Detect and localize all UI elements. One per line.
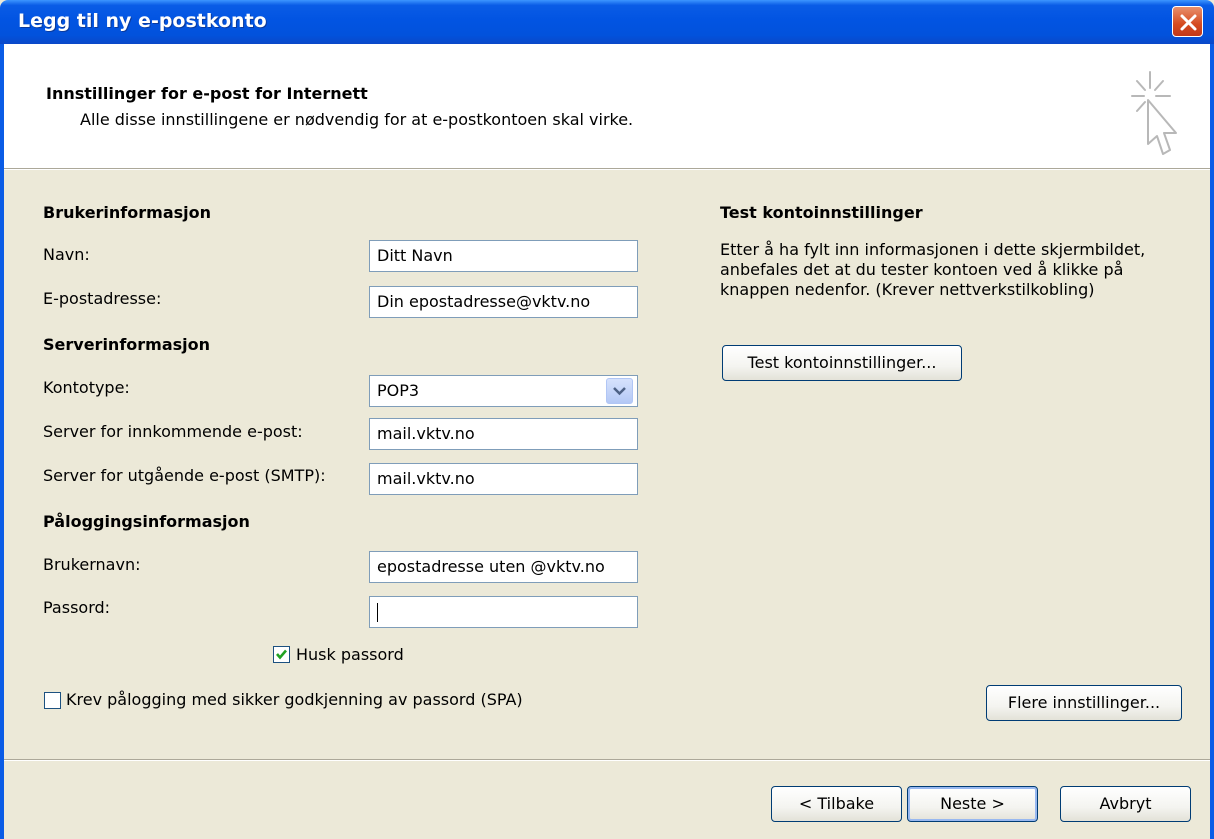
- header-subtitle: Alle disse innstillingene er nødvendig f…: [80, 110, 634, 129]
- section-login-info: Påloggingsinformasjon: [43, 512, 250, 531]
- password-field[interactable]: [369, 596, 638, 628]
- outgoing-server-field[interactable]: mail.vktv.no: [369, 463, 638, 495]
- incoming-server-field[interactable]: mail.vktv.no: [369, 418, 638, 450]
- window-title: Legg til ny e-postkonto: [18, 10, 267, 32]
- spa-checkbox[interactable]: [44, 692, 61, 709]
- cancel-button[interactable]: Avbryt: [1060, 786, 1191, 822]
- name-field[interactable]: Ditt Navn: [369, 240, 638, 272]
- password-label: Passord:: [43, 598, 111, 617]
- dropdown-button[interactable]: [606, 378, 633, 404]
- remember-password-label[interactable]: Husk passord: [296, 645, 404, 664]
- title-bar[interactable]: Legg til ny e-postkonto: [0, 0, 1214, 44]
- wizard-header: [4, 44, 1210, 168]
- email-field[interactable]: Din epostadresse@vktv.no: [369, 286, 638, 318]
- close-icon: [1180, 14, 1197, 31]
- section-server-info: Serverinformasjon: [43, 335, 211, 354]
- account-type-label: Kontotype:: [43, 378, 130, 397]
- account-type-value: POP3: [377, 381, 420, 400]
- username-label: Brukernavn:: [43, 555, 141, 574]
- section-user-info: Brukerinformasjon: [43, 203, 212, 222]
- checkmark-icon: [276, 649, 287, 660]
- chevron-down-icon: [613, 387, 626, 396]
- spa-label[interactable]: Krev pålogging med sikker godkjenning av…: [66, 690, 523, 709]
- remember-password-checkbox[interactable]: [273, 646, 290, 663]
- test-account-settings-button[interactable]: Test kontoinnstillinger...: [722, 345, 962, 381]
- test-description-line-2: anbefales det at du tester kontoen ved å…: [720, 260, 1124, 279]
- close-button[interactable]: [1172, 6, 1203, 37]
- outgoing-server-label: Server for utgående e-post (SMTP):: [43, 466, 326, 485]
- test-description-line-1: Etter å ha fylt inn informasjonen i dett…: [720, 240, 1146, 259]
- section-test-settings: Test kontoinnstillinger: [720, 203, 923, 222]
- test-description-line-3: knappen nedenfor. (Krever nettverkstilko…: [720, 280, 1095, 299]
- cursor-click-icon: [1126, 66, 1186, 170]
- back-button[interactable]: < Tilbake: [771, 786, 902, 822]
- window-frame-right: [1210, 44, 1214, 839]
- footer-divider: [4, 759, 1210, 761]
- header-divider: [4, 168, 1210, 170]
- username-field[interactable]: epostadresse uten @vktv.no: [369, 551, 638, 583]
- header-title: Innstillinger for e-post for Internett: [46, 84, 368, 103]
- text-cursor: [377, 603, 378, 622]
- incoming-server-label: Server for innkommende e-post:: [43, 422, 303, 441]
- name-label: Navn:: [43, 245, 90, 264]
- email-label: E-postadresse:: [43, 289, 162, 308]
- account-type-select[interactable]: POP3: [369, 375, 638, 407]
- next-button[interactable]: Neste >: [907, 786, 1038, 822]
- more-settings-button[interactable]: Flere innstillinger...: [986, 685, 1182, 721]
